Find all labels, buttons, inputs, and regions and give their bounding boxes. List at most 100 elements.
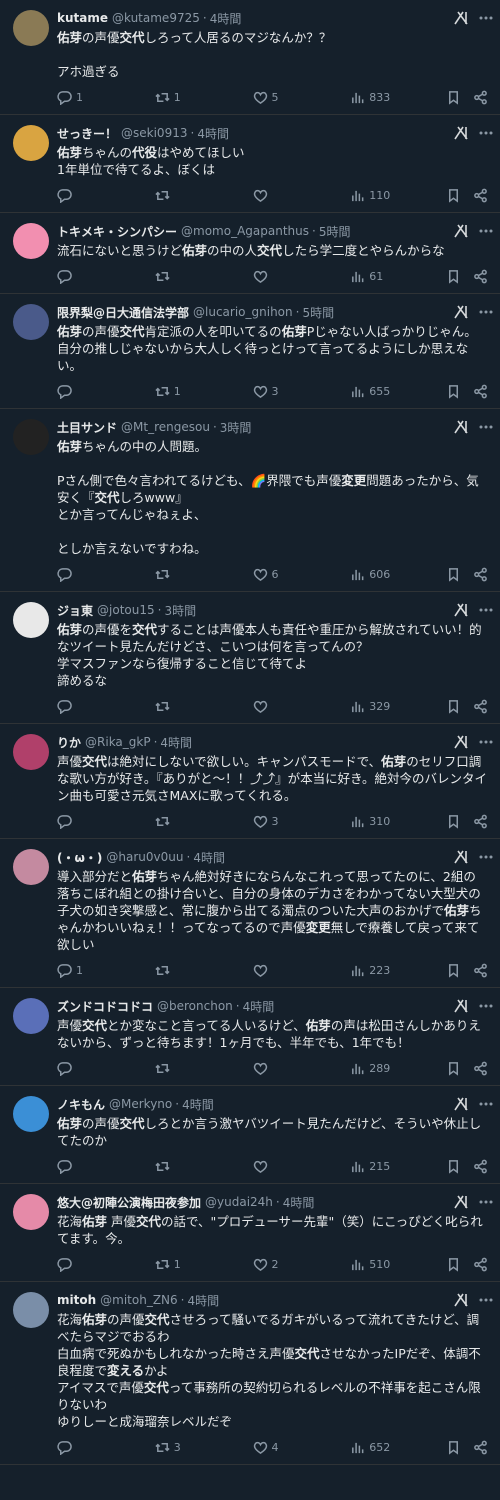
avatar[interactable] [13,125,49,161]
retweet-button[interactable] [155,963,253,978]
reply-button[interactable] [57,1061,155,1076]
timestamp[interactable]: 4時間 [197,125,229,142]
like-button[interactable] [253,699,351,714]
timestamp[interactable]: 4時間 [187,1292,219,1309]
tweet[interactable]: kutame @kutame9725 · 4時間 佑芽の声優交代しろって人居るの… [0,0,500,115]
timestamp[interactable]: 4時間 [193,849,225,866]
reply-button[interactable] [57,1159,155,1174]
like-button[interactable] [253,188,351,203]
timestamp[interactable]: 4時間 [182,1096,214,1113]
more-options-icon[interactable] [478,1295,494,1305]
views-button[interactable]: 61 [350,269,448,284]
grok-icon[interactable] [454,420,470,434]
share-button[interactable] [473,384,488,399]
avatar[interactable] [13,734,49,770]
display-name[interactable]: せっきー！ [57,125,117,142]
bookmark-button[interactable] [446,963,461,978]
tweet[interactable]: ズンドコドコドコ @beronchon · 4時間 声優交代とか変なこと言ってる… [0,988,500,1086]
more-options-icon[interactable] [478,1099,494,1109]
views-button[interactable]: 110 [350,188,448,203]
bookmark-button[interactable] [446,188,461,203]
tweet[interactable]: りか @Rika_gkP · 4時間 声優交代は絶対にしないで欲しい。キャンパス… [0,724,500,839]
timestamp[interactable]: 4時間 [243,998,275,1015]
avatar[interactable] [13,849,49,885]
user-handle[interactable]: @kutame9725 [112,11,200,25]
avatar[interactable] [13,602,49,638]
views-button[interactable]: 223 [350,963,448,978]
retweet-button[interactable]: 1 [155,1257,253,1272]
grok-icon[interactable] [454,126,470,140]
more-options-icon[interactable] [478,1197,494,1207]
like-button[interactable] [253,1061,351,1076]
bookmark-button[interactable] [446,384,461,399]
user-handle[interactable]: @momo_Agapanthus [181,224,309,238]
like-button[interactable]: 2 [253,1257,351,1272]
timestamp[interactable]: 5時間 [302,304,334,321]
like-button[interactable]: 5 [253,90,351,105]
share-button[interactable] [473,963,488,978]
tweet[interactable]: 限界梨@日大通信法学部 @lucario_gnihon · 5時間 佑芽の声優交… [0,294,500,409]
user-handle[interactable]: @mitoh_ZN6 [100,1293,178,1307]
grok-icon[interactable] [454,735,470,749]
avatar[interactable] [13,223,49,259]
grok-icon[interactable] [454,11,470,25]
bookmark-button[interactable] [446,1440,461,1455]
reply-button[interactable] [57,384,155,399]
views-button[interactable]: 289 [350,1061,448,1076]
tweet[interactable]: ノキもん @Merkyno · 4時間 佑芽の声優交代しろとか言う激ヤバツイート… [0,1086,500,1184]
retweet-button[interactable]: 1 [155,384,253,399]
more-options-icon[interactable] [478,307,494,317]
more-options-icon[interactable] [478,1001,494,1011]
grok-icon[interactable] [454,603,470,617]
views-button[interactable]: 833 [350,90,448,105]
timestamp[interactable]: 4時間 [210,10,242,27]
share-button[interactable] [473,814,488,829]
tweet[interactable]: 悠大@初陣公演梅田夜参加 @yudai24h · 4時間 花海佑芽 声優交代の話… [0,1184,500,1282]
reply-button[interactable] [57,567,155,582]
reply-button[interactable] [57,188,155,203]
display-name[interactable]: ズンドコドコドコ [57,998,153,1015]
share-button[interactable] [473,1159,488,1174]
share-button[interactable] [473,188,488,203]
tweet[interactable]: トキメキ・シンパシー @momo_Agapanthus · 5時間 流石にないと… [0,213,500,294]
timestamp[interactable]: 5時間 [319,223,351,240]
retweet-button[interactable] [155,567,253,582]
views-button[interactable]: 329 [350,699,448,714]
like-button[interactable]: 3 [253,814,351,829]
like-button[interactable] [253,1159,351,1174]
display-name[interactable]: 悠大@初陣公演梅田夜参加 [57,1194,201,1211]
share-button[interactable] [473,90,488,105]
retweet-button[interactable] [155,814,253,829]
bookmark-button[interactable] [446,1061,461,1076]
timestamp[interactable]: 3時間 [164,602,196,619]
user-handle[interactable]: @jotou15 [97,603,155,617]
retweet-button[interactable]: 3 [155,1440,253,1455]
share-button[interactable] [473,1440,488,1455]
display-name[interactable]: 土目サンド [57,419,117,436]
avatar[interactable] [13,1194,49,1230]
bookmark-button[interactable] [446,269,461,284]
timestamp[interactable]: 4時間 [160,734,192,751]
grok-icon[interactable] [454,999,470,1013]
more-options-icon[interactable] [478,737,494,747]
avatar[interactable] [13,419,49,455]
reply-button[interactable] [57,1440,155,1455]
views-button[interactable]: 655 [350,384,448,399]
more-options-icon[interactable] [478,128,494,138]
like-button[interactable] [253,963,351,978]
grok-icon[interactable] [454,850,470,864]
tweet[interactable]: ジョ東 @jotou15 · 3時間 佑芽の声優を交代することは声優本人も責任や… [0,592,500,724]
user-handle[interactable]: @seki0913 [121,126,187,140]
like-button[interactable]: 3 [253,384,351,399]
share-button[interactable] [473,567,488,582]
more-options-icon[interactable] [478,13,494,23]
like-button[interactable]: 6 [253,567,351,582]
bookmark-button[interactable] [446,699,461,714]
retweet-button[interactable]: 1 [155,90,253,105]
user-handle[interactable]: @Mt_rengesou [121,420,210,434]
more-options-icon[interactable] [478,605,494,615]
grok-icon[interactable] [454,305,470,319]
share-button[interactable] [473,269,488,284]
display-name[interactable]: トキメキ・シンパシー [57,223,177,240]
grok-icon[interactable] [454,1195,470,1209]
